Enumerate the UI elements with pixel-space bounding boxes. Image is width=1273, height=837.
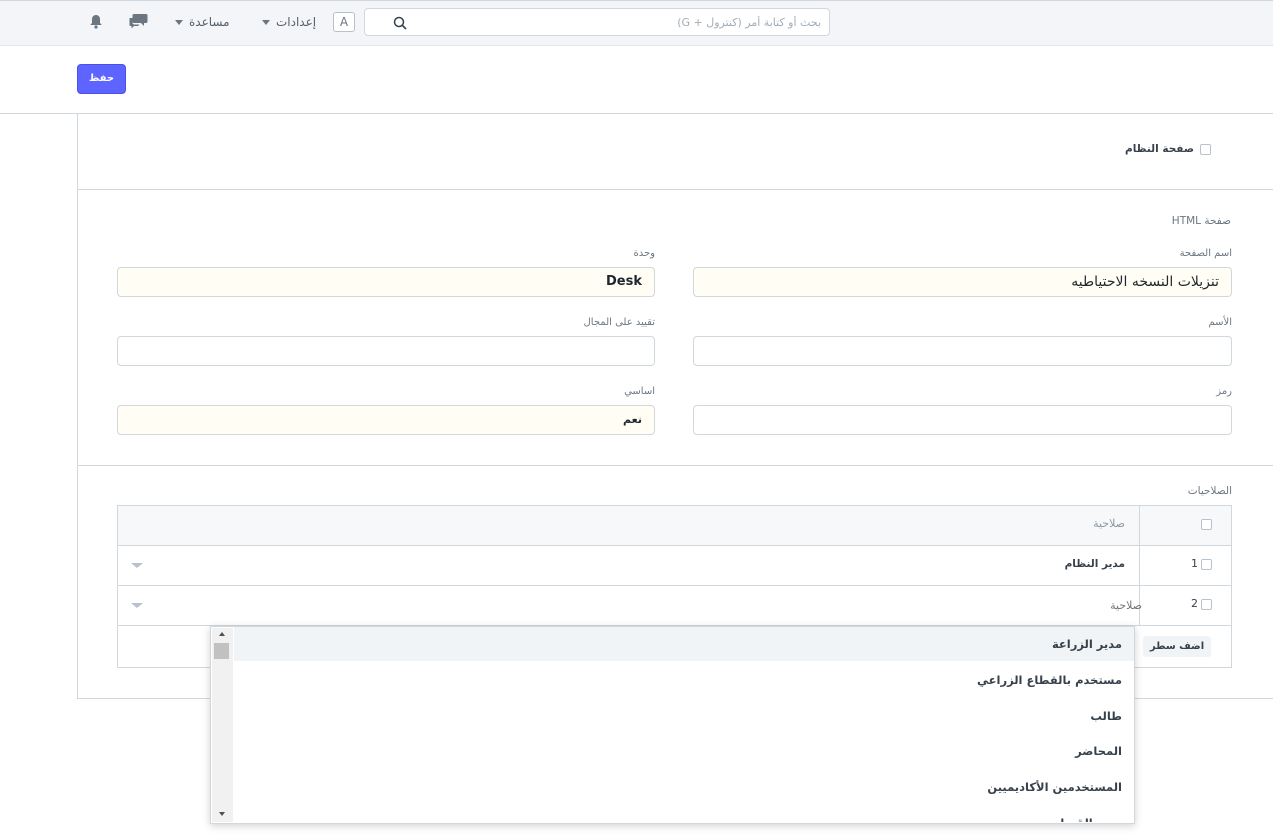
section-divider [77, 465, 1273, 466]
module-field[interactable]: Desk [117, 267, 655, 297]
scrollbar-thumb[interactable] [214, 643, 229, 659]
bell-icon[interactable] [89, 14, 103, 29]
restrict-domain-field[interactable] [117, 336, 655, 366]
row-checkbox[interactable] [1201, 599, 1212, 610]
dropdown-option[interactable]: طالب [1090, 709, 1122, 723]
settings-dropdown[interactable]: إعدادات [262, 15, 316, 29]
system-page-checkbox[interactable] [1200, 143, 1211, 155]
system-page-label: صفحة النظام [1125, 143, 1194, 155]
roles-section-title: الصلاحيات [1187, 485, 1232, 497]
page-name-label: اسم الصفحة [1179, 248, 1232, 259]
standard-field[interactable]: نعم [117, 405, 655, 435]
name-field[interactable] [693, 336, 1232, 366]
row-role-value[interactable]: مدير النظام [1065, 558, 1125, 570]
system-page-field[interactable]: صفحة النظام [1125, 143, 1211, 155]
row-checkbox[interactable] [1201, 559, 1212, 570]
help-dropdown[interactable]: مساعدة [175, 15, 230, 29]
restrict-domain-label: تقييد على المجال [583, 317, 655, 328]
page-name-value: تنزيلات النسخه الاحتياطيه [1071, 274, 1219, 290]
dropdown-option[interactable]: المحاضر [1075, 744, 1122, 758]
standard-label: اساسي [624, 386, 655, 397]
dropdown-option[interactable]: مدير القبول [1054, 816, 1122, 822]
dropdown-option[interactable]: مدير الزراعة [1052, 637, 1122, 651]
dropdown-highlight [234, 627, 1134, 661]
chat-icon[interactable] [128, 13, 148, 29]
row-index: 2 [1191, 597, 1198, 610]
row-role-input[interactable] [210, 588, 1154, 622]
settings-label: إعدادات [276, 15, 317, 29]
add-row-button[interactable]: اضف سطر [1143, 636, 1211, 657]
caret-down-icon [175, 20, 183, 25]
section-divider [77, 189, 1273, 190]
dropdown-option[interactable]: مستخدم بالقطاع الزراعي [977, 673, 1122, 687]
standard-value: نعم [623, 413, 642, 426]
search-box[interactable] [364, 8, 830, 36]
icon-field[interactable] [693, 405, 1232, 435]
section-title-html-page: صفحة HTML [1171, 215, 1231, 227]
search-input[interactable] [405, 9, 827, 35]
icon-label: رمز [1216, 386, 1232, 397]
dropdown-option[interactable]: المستخدمين الأكاديميين [987, 780, 1122, 794]
module-value: Desk [606, 274, 642, 289]
page-name-field[interactable]: تنزيلات النسخه الاحتياطيه [693, 267, 1232, 297]
column-header-role: صلاحية [1093, 517, 1125, 530]
scroll-up-arrow-icon[interactable] [217, 631, 227, 637]
help-label: مساعدة [189, 15, 230, 29]
module-label: وحدة [633, 248, 656, 259]
row-dropdown-caret-icon[interactable] [131, 563, 143, 568]
avatar[interactable]: A [333, 12, 355, 32]
name-label: الأسم [1208, 317, 1232, 328]
row-dropdown-caret-icon[interactable] [131, 603, 143, 608]
caret-down-icon [262, 20, 270, 25]
save-button[interactable]: حفظ [77, 64, 126, 94]
grid-header [118, 506, 1231, 545]
scroll-down-arrow-icon[interactable] [217, 811, 227, 817]
select-all-checkbox[interactable] [1201, 519, 1212, 530]
row-index: 1 [1191, 557, 1198, 570]
